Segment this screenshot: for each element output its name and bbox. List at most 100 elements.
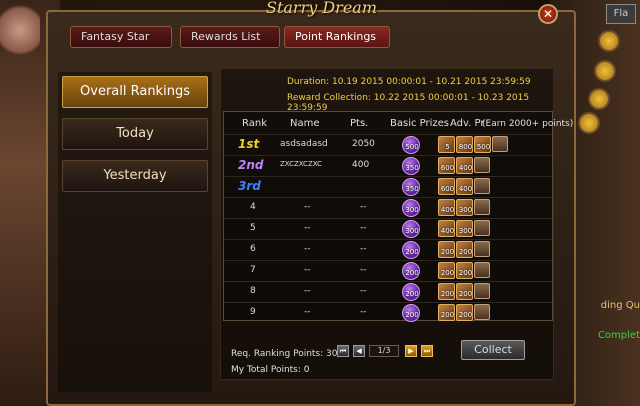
rank-cell: 9 bbox=[250, 307, 256, 317]
basic-prize-icon[interactable]: 500 bbox=[402, 136, 420, 154]
adv-prize-icon[interactable]: 200 bbox=[456, 262, 473, 279]
name-cell: -- bbox=[304, 307, 311, 317]
chat-icon[interactable] bbox=[578, 112, 600, 134]
next-page-icon[interactable]: ▶ bbox=[405, 345, 417, 357]
adv-prize-icon[interactable]: 600 bbox=[438, 157, 455, 174]
rank-cell: 8 bbox=[250, 286, 256, 296]
tab-rewards-list[interactable]: Rewards List bbox=[180, 26, 280, 48]
header-basic-prizes: Basic Prizes bbox=[390, 118, 450, 129]
pts-cell: 400 bbox=[352, 160, 370, 170]
chest-icon[interactable] bbox=[474, 262, 490, 278]
first-page-icon[interactable]: ⏮ bbox=[337, 345, 349, 357]
pts-cell: -- bbox=[360, 244, 367, 254]
basic-prize-amount: 200 bbox=[405, 248, 419, 256]
nav-today[interactable]: Today bbox=[62, 118, 208, 150]
basic-prize-icon[interactable]: 200 bbox=[402, 241, 420, 259]
pts-cell: -- bbox=[360, 286, 367, 296]
adv-prize-icon[interactable]: 300 bbox=[456, 199, 473, 216]
pts-cell: -- bbox=[360, 223, 367, 233]
window-titlebar: Starry Dream bbox=[46, 0, 576, 22]
rankings-table: Rank Name Pts. Basic Prizes Adv. Pr (Ear… bbox=[223, 111, 573, 323]
name-cell: -- bbox=[304, 265, 311, 275]
adv-prize-icon[interactable]: 400 bbox=[456, 178, 473, 195]
basic-prize-amount: 200 bbox=[405, 311, 419, 319]
close-icon[interactable]: ✕ bbox=[538, 4, 558, 24]
adv-prize-icon[interactable]: 400 bbox=[456, 157, 473, 174]
adv-prize-icon[interactable]: 600 bbox=[438, 178, 455, 195]
basic-prize-amount: 200 bbox=[405, 290, 419, 298]
adv-prize-icon[interactable]: 200 bbox=[456, 283, 473, 300]
nav-overall-rankings[interactable]: Overall Rankings bbox=[62, 76, 208, 108]
tab-fantasy-star[interactable]: Fantasy Star bbox=[70, 26, 172, 48]
table-row: 6 -- -- 200 200 200 bbox=[224, 239, 552, 260]
rank-cell: 1st bbox=[238, 137, 260, 151]
basic-prize-icon[interactable]: 200 bbox=[402, 304, 420, 322]
clock-icon[interactable] bbox=[588, 88, 610, 110]
name-cell: -- bbox=[304, 244, 311, 254]
sidebar-tab[interactable]: Fla bbox=[606, 4, 636, 24]
adv-prize-icon[interactable]: 300 bbox=[456, 220, 473, 237]
table-row: 1st asdsadasd 2050 500 5 800 500 bbox=[224, 134, 552, 155]
chest-icon[interactable] bbox=[474, 178, 490, 194]
page-indicator: 1/3 bbox=[369, 345, 399, 357]
adv-prize-icon[interactable]: 200 bbox=[456, 304, 473, 321]
rank-cell: 5 bbox=[250, 223, 256, 233]
rank-cell: 6 bbox=[250, 244, 256, 254]
chest-icon[interactable] bbox=[474, 157, 490, 173]
basic-prize-icon[interactable]: 350 bbox=[402, 157, 420, 175]
chest-icon[interactable] bbox=[474, 199, 490, 215]
my-total-points: My Total Points: 0 bbox=[231, 365, 310, 375]
heart-icon[interactable] bbox=[594, 60, 616, 82]
chest-icon[interactable] bbox=[492, 136, 508, 152]
adv-prize-icon[interactable]: 200 bbox=[456, 241, 473, 258]
name-cell: ZXCZXCZXC bbox=[280, 160, 322, 168]
last-page-icon[interactable]: ⏭ bbox=[421, 345, 433, 357]
quest-complete-label: Complet bbox=[597, 330, 640, 341]
chest-icon[interactable] bbox=[474, 304, 490, 320]
basic-prize-amount: 300 bbox=[405, 227, 419, 235]
adv-prize-icon[interactable]: 500 bbox=[474, 136, 491, 153]
basic-prize-amount: 350 bbox=[405, 185, 419, 193]
adv-prize-icon[interactable]: 5 bbox=[438, 136, 455, 153]
adv-prize-icon[interactable]: 800 bbox=[456, 136, 473, 153]
header-adv-note: (Earn 2000+ points) bbox=[482, 119, 574, 129]
table-row: 5 -- -- 300 400 300 bbox=[224, 218, 552, 239]
collect-button[interactable]: Collect bbox=[461, 340, 525, 360]
chest-icon[interactable] bbox=[474, 241, 490, 257]
adv-prize-icon[interactable]: 200 bbox=[438, 262, 455, 279]
adv-prize-icon[interactable]: 400 bbox=[438, 220, 455, 237]
basic-prize-icon[interactable]: 200 bbox=[402, 262, 420, 280]
basic-prize-icon[interactable]: 200 bbox=[402, 283, 420, 301]
adv-prize-icon[interactable]: 200 bbox=[438, 283, 455, 300]
pts-cell: -- bbox=[360, 307, 367, 317]
tab-point-rankings[interactable]: Point Rankings bbox=[284, 26, 390, 48]
chest-icon[interactable] bbox=[474, 283, 490, 299]
basic-prize-icon[interactable]: 300 bbox=[402, 220, 420, 238]
name-cell: -- bbox=[304, 223, 311, 233]
rank-cell: 2nd bbox=[238, 158, 264, 172]
header-pts: Pts. bbox=[350, 118, 369, 129]
adv-prize-icon[interactable]: 200 bbox=[438, 304, 455, 321]
pts-cell: 2050 bbox=[352, 139, 375, 149]
basic-prize-amount: 350 bbox=[405, 164, 419, 172]
basic-prize-icon[interactable]: 350 bbox=[402, 178, 420, 196]
rank-cell: 4 bbox=[250, 202, 256, 212]
prev-page-icon[interactable]: ◀ bbox=[353, 345, 365, 357]
ranking-period-nav: Overall Rankings Today Yesterday bbox=[58, 72, 212, 392]
rankings-panel: Duration: 10.19 2015 00:00:01 - 10.21 20… bbox=[220, 68, 573, 380]
character-face bbox=[0, 0, 40, 60]
req-ranking-points: Req. Ranking Points: 300 bbox=[231, 349, 344, 359]
name-cell: -- bbox=[304, 202, 311, 212]
basic-prize-amount: 200 bbox=[405, 269, 419, 277]
chest-icon[interactable] bbox=[474, 220, 490, 236]
rank-cell: 7 bbox=[250, 265, 256, 275]
rank-cell: 3rd bbox=[238, 179, 261, 193]
table-row: 9 -- -- 200 200 200 bbox=[224, 302, 552, 323]
table-row: 2nd ZXCZXCZXC 400 350 600 400 bbox=[224, 155, 552, 176]
basic-prize-icon[interactable]: 300 bbox=[402, 199, 420, 217]
basic-prize-amount: 300 bbox=[405, 206, 419, 214]
event-icon[interactable] bbox=[598, 30, 620, 52]
adv-prize-icon[interactable]: 400 bbox=[438, 199, 455, 216]
adv-prize-icon[interactable]: 200 bbox=[438, 241, 455, 258]
nav-yesterday[interactable]: Yesterday bbox=[62, 160, 208, 192]
